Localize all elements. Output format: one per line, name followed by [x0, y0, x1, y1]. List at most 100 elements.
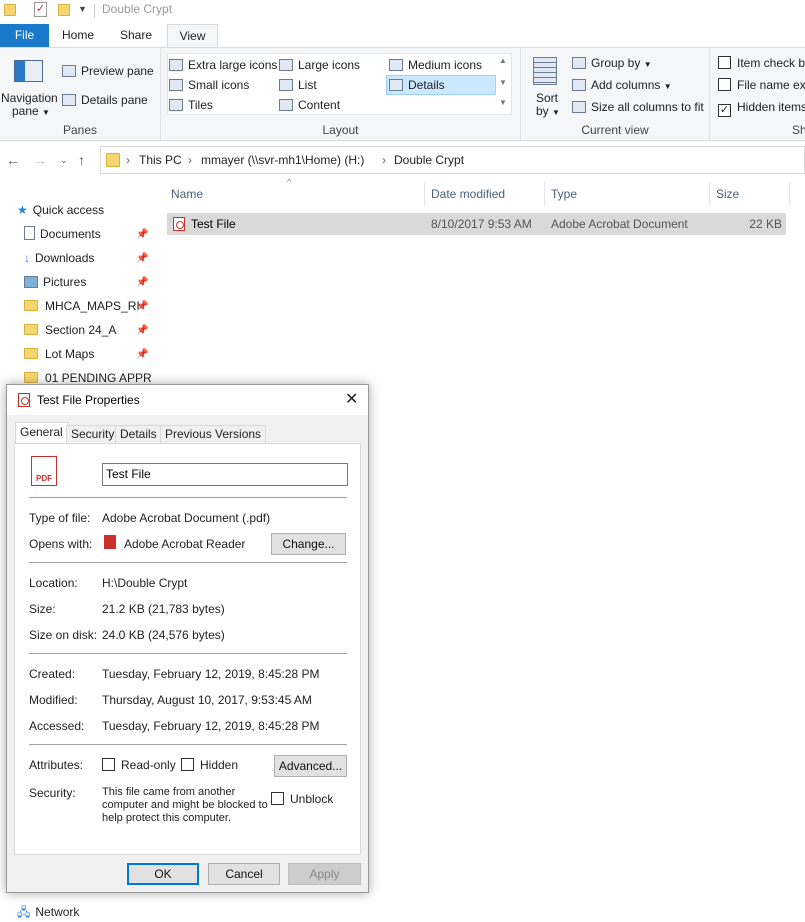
unblock-checkbox[interactable] — [271, 792, 284, 805]
sort-by-dropdown[interactable]: by ▼ — [536, 104, 560, 118]
column-header-size[interactable]: Size — [716, 187, 739, 201]
sort-by-button[interactable]: Sort — [536, 91, 558, 105]
pin-icon[interactable]: 📌 — [136, 253, 148, 264]
pin-icon[interactable]: 📌 — [136, 325, 148, 336]
nav-item-documents[interactable]: Documents — [24, 224, 101, 244]
layout-medium-icons[interactable]: Medium icons — [389, 58, 482, 72]
tab-home[interactable]: Home — [55, 24, 101, 47]
size-on-disk-value: 24.0 KB (24,576 bytes) — [102, 628, 225, 642]
column-divider[interactable] — [544, 182, 545, 206]
properties-quick-icon[interactable]: ✓ — [34, 2, 47, 17]
breadcrumb-drive[interactable]: mmayer (\\svr-mh1\Home) (H:) — [201, 153, 364, 167]
scroll-down-icon[interactable]: ▼ — [499, 78, 507, 87]
tab-previous-versions[interactable]: Previous Versions — [160, 425, 267, 444]
filename-input[interactable]: Test File — [102, 463, 348, 486]
unblock-option[interactable]: Unblock — [271, 792, 333, 806]
column-header-date[interactable]: Date modified — [431, 187, 505, 201]
sort-icon — [533, 57, 557, 85]
pin-icon[interactable]: 📌 — [136, 277, 148, 288]
ok-button[interactable]: OK — [127, 863, 199, 885]
layout-large-icons[interactable]: Large icons — [279, 58, 360, 72]
hidden-items[interactable]: ✓ Hidden items — [718, 100, 805, 117]
details-pane-button[interactable]: Details pane — [62, 93, 148, 107]
back-arrow-icon[interactable]: ← — [6, 152, 20, 168]
layout-extra-large-icons[interactable]: Extra large icons — [169, 58, 277, 72]
sort-by-label2: by — [536, 104, 549, 118]
nav-item-section24[interactable]: Section 24_A — [24, 320, 116, 340]
tab-details[interactable]: Details — [115, 425, 162, 444]
layout-list[interactable]: List — [279, 78, 317, 92]
details-icon — [389, 79, 403, 91]
nav-item-downloads[interactable]: ↓ Downloads — [24, 248, 94, 268]
file-name-extensions[interactable]: File name ext — [718, 78, 805, 92]
preview-pane-button[interactable]: Preview pane — [62, 64, 154, 78]
column-header-type[interactable]: Type — [551, 187, 577, 201]
attributes-label: Attributes: — [29, 758, 84, 772]
tab-security[interactable]: Security — [66, 425, 120, 444]
group-by-button[interactable]: Group by ▼ — [572, 56, 652, 70]
layout-details[interactable]: Details — [389, 78, 445, 92]
forward-arrow-icon[interactable]: → — [33, 152, 47, 168]
hidden-option[interactable]: Hidden — [181, 758, 238, 772]
nav-item-pictures[interactable]: Pictures — [24, 272, 86, 292]
readonly-option[interactable]: Read-only — [102, 758, 176, 772]
size-on-disk-label: Size on disk: — [29, 628, 98, 642]
ribbon: Navigation pane ▼ Preview pane Details p… — [0, 47, 805, 141]
navigation-pane-button[interactable]: Navigation — [1, 91, 58, 105]
nav-item-lot-maps[interactable]: Lot Maps — [24, 344, 94, 364]
hidden-checkbox[interactable] — [181, 758, 194, 771]
nav-network[interactable]: 🖧 Network — [17, 902, 79, 922]
item-check-checkbox[interactable] — [718, 56, 731, 69]
dialog-title-bar: Test File Properties ✕ — [7, 385, 368, 415]
download-arrow-icon: ↓ — [24, 251, 30, 265]
gallery-more-icon[interactable]: ▼ — [499, 98, 507, 107]
layout-tiles[interactable]: Tiles — [169, 98, 213, 112]
navigation-pane-dropdown[interactable]: pane ▼ — [12, 104, 50, 118]
column-divider[interactable] — [789, 182, 790, 206]
divider — [29, 653, 347, 654]
customize-quick-access-icon[interactable]: ▼ — [78, 4, 87, 14]
breadcrumb-this-pc[interactable]: This PC — [139, 153, 182, 167]
opens-with-label: Opens with: — [29, 537, 93, 551]
tab-share[interactable]: Share — [112, 24, 160, 47]
preview-pane-label: Preview pane — [81, 64, 154, 78]
new-folder-quick-icon[interactable] — [58, 4, 70, 16]
readonly-checkbox[interactable] — [102, 758, 115, 771]
scroll-up-icon[interactable]: ▲ — [499, 56, 507, 65]
details-pane-icon — [62, 94, 76, 106]
layout-content[interactable]: Content — [279, 98, 340, 112]
add-columns-button[interactable]: Add columns ▼ — [572, 78, 672, 92]
readonly-label: Read-only — [121, 758, 176, 772]
large-icons-icon — [279, 59, 293, 71]
pin-icon[interactable]: 📌 — [136, 229, 148, 240]
hidden-items-checkbox[interactable]: ✓ — [718, 104, 731, 117]
change-button[interactable]: Change... — [271, 533, 346, 555]
advanced-button[interactable]: Advanced... — [274, 755, 347, 777]
size-all-columns-button[interactable]: Size all columns to fit — [572, 100, 704, 114]
item-check-boxes[interactable]: Item check bo — [718, 56, 805, 70]
pin-icon[interactable]: 📌 — [136, 349, 148, 360]
tab-view[interactable]: View — [167, 24, 218, 48]
general-panel: PDF Test File Type of file: Adobe Acroba… — [14, 443, 361, 855]
file-row[interactable]: Test File 8/10/2017 9:53 AM Adobe Acroba… — [167, 213, 786, 235]
column-divider[interactable] — [424, 182, 425, 206]
close-icon[interactable]: ✕ — [345, 389, 358, 409]
pin-icon[interactable]: 📌 — [136, 301, 148, 312]
nav-quick-access[interactable]: ★ Quick access — [17, 200, 104, 220]
breadcrumb-folder[interactable]: Double Crypt — [394, 153, 464, 167]
column-divider[interactable] — [709, 182, 710, 206]
tiles-icon — [169, 99, 183, 111]
recent-locations-chevron-icon[interactable]: ⌄ — [60, 155, 68, 166]
cancel-button[interactable]: Cancel — [208, 863, 280, 885]
address-bar[interactable]: › This PC › mmayer (\\svr-mh1\Home) (H:)… — [100, 146, 805, 174]
up-arrow-icon[interactable]: ↑ — [78, 152, 85, 168]
apply-button[interactable]: Apply — [288, 863, 361, 885]
tab-file[interactable]: File — [0, 24, 49, 47]
tab-general[interactable]: General — [15, 422, 68, 444]
preview-pane-icon — [62, 65, 76, 77]
nav-item-label: MHCA_MAPS_RI — [45, 299, 140, 313]
file-ext-checkbox[interactable] — [718, 78, 731, 91]
nav-item-mhca[interactable]: MHCA_MAPS_RI — [24, 296, 140, 316]
column-header-name[interactable]: Name — [171, 187, 203, 201]
layout-small-icons[interactable]: Small icons — [169, 78, 249, 92]
